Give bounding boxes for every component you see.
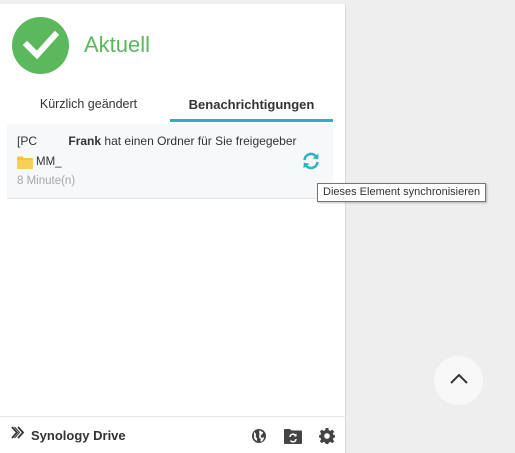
brand-name: Synology Drive [31,427,126,443]
scroll-to-top-button[interactable] [434,356,483,405]
status-title: Aktuell [84,32,151,57]
folder-icon [17,156,33,169]
panel-top-edge [0,0,346,4]
sync-icon[interactable] [300,150,322,172]
drive-panel: Aktuell Kürzlich geändert Benachrichtigu… [0,0,346,453]
notification-prefix: [PC [17,134,38,148]
footer-bar: Synology Drive [0,416,346,453]
folder-name: MM_ [36,156,62,168]
folder-sync-icon[interactable] [284,427,302,445]
check-circle-icon [12,16,69,74]
tab-bar: Kürzlich geändert Benachrichtigungen [7,86,333,122]
tab-notifications[interactable]: Benachrichtigungen [170,86,333,122]
tab-recently-changed[interactable]: Kürzlich geändert [7,86,170,122]
brand: Synology Drive [11,426,126,444]
redacted-area [37,134,65,148]
globe-icon[interactable] [250,427,268,445]
notification-item[interactable]: [PC Frank hat einen Ordner für Sie freig… [7,124,333,199]
footer-icons [234,427,336,445]
status-header: Aktuell [12,16,150,74]
sync-tooltip: Dieses Element synchronisieren [317,183,487,202]
notification-message: hat einen Ordner für Sie freigegeber [104,134,297,148]
notification-time: 8 Minute(n) [17,175,76,187]
notification-sender: Frank [68,134,102,148]
notification-folder[interactable]: MM_ [17,154,62,170]
synology-drive-logo-icon [11,426,26,444]
gear-icon[interactable] [318,427,336,445]
chevron-up-icon [449,372,469,390]
notification-text: [PC Frank hat einen Ordner für Sie freig… [17,134,297,148]
